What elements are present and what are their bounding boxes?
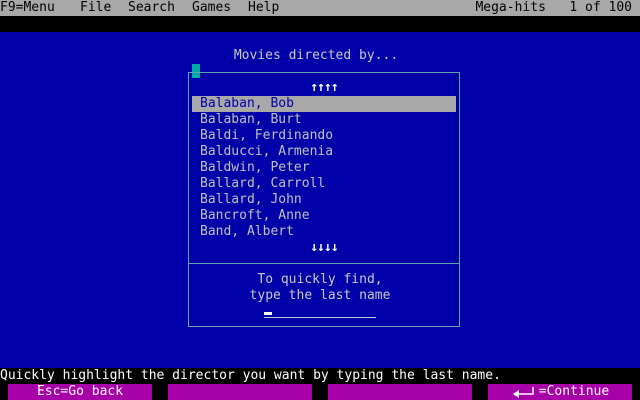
page-title: Movies directed by... bbox=[233, 48, 399, 63]
function-key-blank-2[interactable] bbox=[168, 384, 312, 400]
director-list-item[interactable]: Ballard, John bbox=[192, 192, 456, 208]
director-list-item[interactable]: Baldi, Ferdinando bbox=[192, 128, 456, 144]
director-list-item[interactable]: Balaban, Burt bbox=[192, 112, 456, 128]
director-list-item[interactable]: Bancroft, Anne bbox=[192, 208, 456, 224]
director-list-item[interactable]: Ballard, Carroll bbox=[192, 176, 456, 192]
input-cursor bbox=[264, 312, 272, 315]
scroll-down-arrows[interactable]: ↓↓↓↓ bbox=[188, 240, 460, 256]
dialog-divider bbox=[188, 263, 460, 264]
go-back-button[interactable]: Esc=Go back bbox=[8, 384, 152, 400]
director-list-item[interactable]: Balducci, Armenia bbox=[192, 144, 456, 160]
director-list-item[interactable]: Balaban, Bob bbox=[192, 96, 456, 112]
dos-screen: F9=Menu File Search Games Help Mega-hits… bbox=[0, 0, 640, 400]
continue-label: =Continue bbox=[538, 384, 610, 399]
director-list: Balaban, Bob Balaban, Burt Baldi, Ferdinan… bbox=[192, 96, 456, 240]
hint-text: type the last name bbox=[249, 288, 391, 303]
continue-button[interactable]: =Continue bbox=[488, 384, 632, 400]
menu-help[interactable]: Help bbox=[248, 0, 279, 16]
hint-text: To quickly find, bbox=[257, 272, 383, 287]
menu-file[interactable]: File bbox=[80, 0, 111, 16]
collection-indicator: Mega-hits 1 of 100 bbox=[475, 0, 632, 15]
menu-games[interactable]: Games bbox=[192, 0, 231, 16]
enter-icon bbox=[511, 384, 539, 400]
last-name-input[interactable] bbox=[264, 304, 376, 318]
menu-bar: F9=Menu File Search Games Help Mega-hits… bbox=[0, 0, 640, 16]
menu-f9[interactable]: F9=Menu bbox=[0, 0, 55, 16]
function-key-bar: Esc=Go back =Continue bbox=[0, 384, 640, 400]
scroll-up-arrows[interactable]: ↑↑↑↑ bbox=[188, 80, 460, 96]
function-key-blank-3[interactable] bbox=[328, 384, 472, 400]
director-list-item[interactable]: Baldwin, Peter bbox=[192, 160, 456, 176]
status-message: Quickly highlight the director you want … bbox=[0, 368, 640, 384]
top-divider-band bbox=[0, 16, 640, 32]
director-list-item[interactable]: Band, Albert bbox=[192, 224, 456, 240]
menu-search[interactable]: Search bbox=[128, 0, 175, 16]
